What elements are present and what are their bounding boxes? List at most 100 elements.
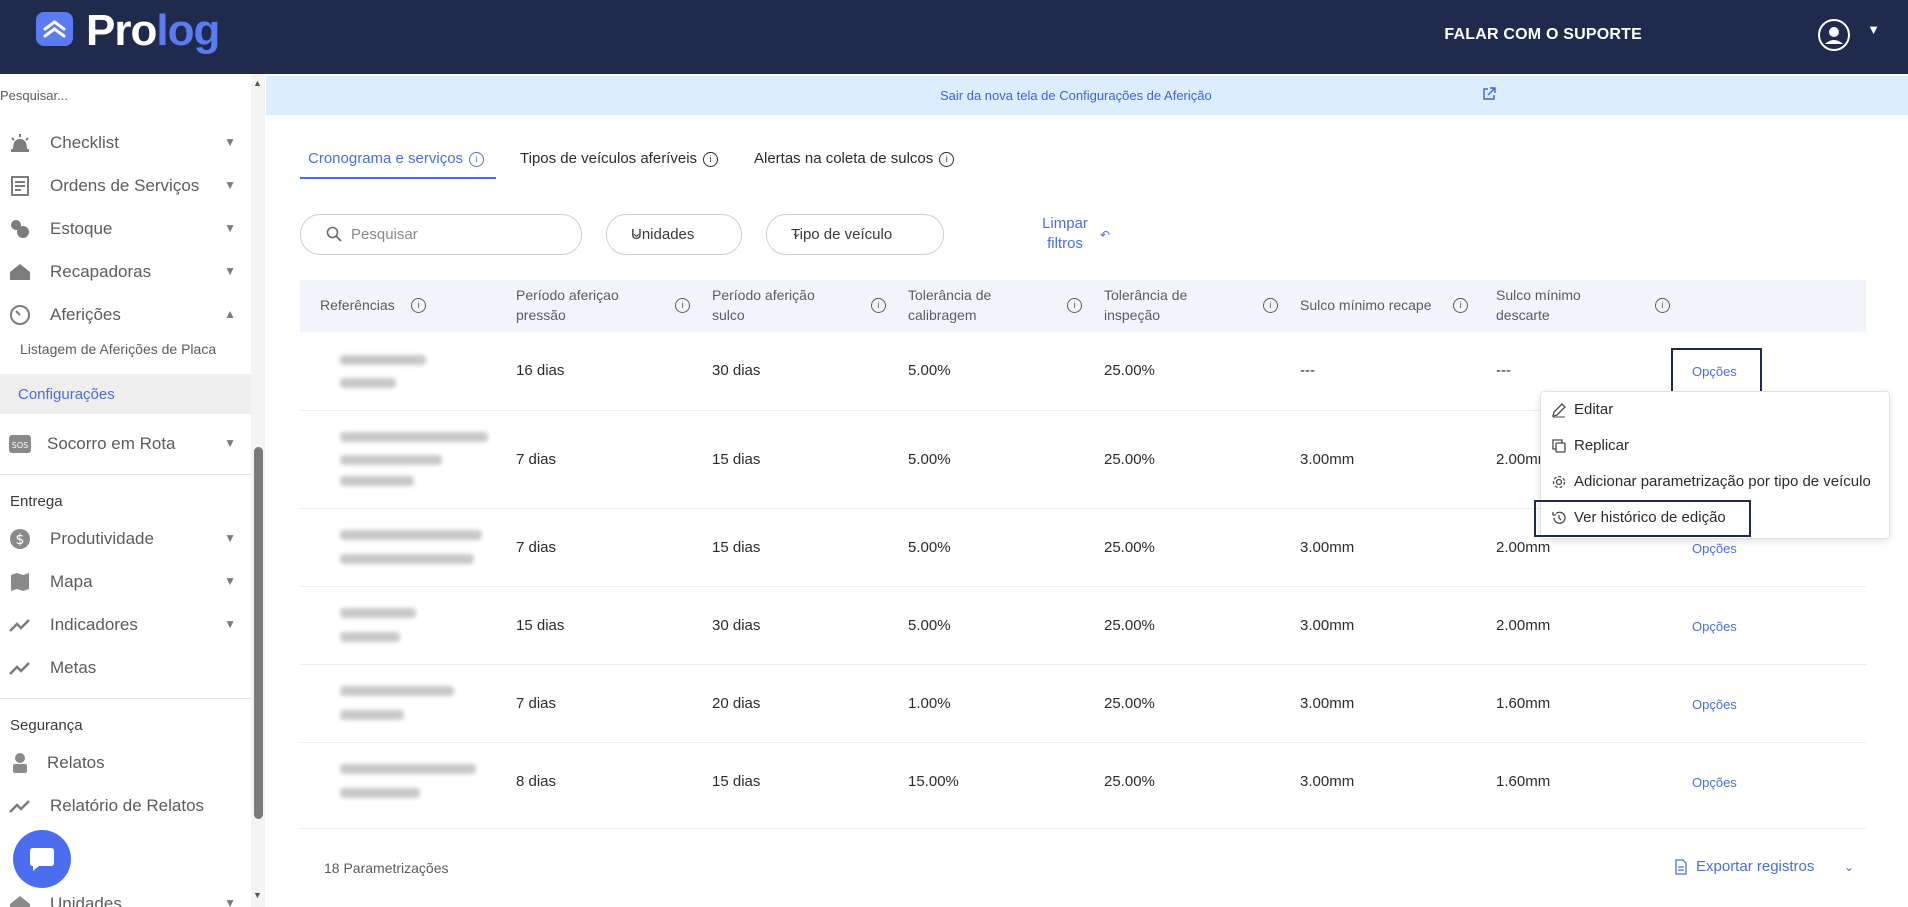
gauge-icon: [8, 303, 32, 327]
sidebar-item-label: Unidades: [50, 894, 122, 907]
sidebar-item-socorro[interactable]: SOS Socorro em Rota ▼: [0, 424, 240, 464]
referencia-blurred: [340, 432, 488, 442]
sidebar-item-checklist[interactable]: Checklist ▼: [0, 123, 240, 163]
sidebar-item-metas[interactable]: Metas: [0, 648, 240, 688]
chevron-down-icon: ⌄: [791, 225, 802, 240]
chat-button[interactable]: [13, 830, 71, 888]
sidebar-item-label: Relatório de Relatos: [50, 796, 205, 815]
undo-icon[interactable]: ↶: [1100, 228, 1110, 242]
boxes-icon: [8, 217, 32, 241]
info-icon[interactable]: i: [871, 298, 886, 313]
options-button[interactable]: Opções: [1692, 541, 1737, 556]
sidebar: Pesquisar... Checklist ▼ Ordens de Servi…: [0, 74, 251, 907]
column-header-inspecao: Tolerância de inspeção: [1104, 287, 1188, 323]
cell-inspecao: 25.00%: [1104, 451, 1155, 468]
row-divider: [300, 664, 1866, 665]
tab-tipos-veiculos[interactable]: Tipos de veículos aferíveis i: [520, 150, 719, 167]
scroll-down-arrow-icon[interactable]: ▼: [253, 890, 262, 900]
options-button[interactable]: Opções: [1692, 775, 1737, 790]
cell-calibragem: 5.00%: [908, 617, 951, 634]
sidebar-item-label: Checklist: [50, 133, 119, 152]
info-icon[interactable]: i: [675, 298, 690, 313]
tipo-veiculo-dropdown[interactable]: Tipo de veículo ⌄: [766, 214, 944, 255]
records-count: 18 Parametrizações: [324, 860, 449, 876]
cell-recape: 3.00mm: [1300, 773, 1355, 790]
trend-icon: [8, 656, 32, 680]
cell-inspecao: 25.00%: [1104, 773, 1155, 790]
cell-sulco: 15 dias: [712, 539, 761, 556]
export-label: Exportar registros: [1696, 858, 1815, 875]
referencia-blurred: [340, 530, 482, 540]
sidebar-item-afericoes[interactable]: Aferições ▲: [0, 295, 240, 335]
menu-item-adicionar-parametrizacao[interactable]: Adicionar parametrização por tipo de veí…: [1541, 465, 1889, 499]
tab-alertas-sulcos[interactable]: Alertas na coleta de sulcos i: [754, 150, 955, 167]
active-tab-indicator: [300, 177, 496, 179]
cell-inspecao: 25.00%: [1104, 695, 1155, 712]
info-icon[interactable]: i: [1655, 298, 1670, 313]
cell-pressao: 8 dias: [516, 773, 557, 790]
chevron-down-icon: ▼: [224, 135, 236, 149]
sidebar-item-recapadoras[interactable]: Recapadoras ▼: [0, 252, 240, 292]
cell-inspecao: 25.00%: [1104, 362, 1155, 379]
prolog-logo-text[interactable]: Prolog: [86, 6, 220, 56]
referencia-blurred: [340, 788, 420, 798]
svg-text:$: $: [16, 532, 25, 548]
menu-item-replicar[interactable]: Replicar: [1541, 429, 1889, 463]
referencia-blurred: [340, 608, 416, 618]
search-icon: [326, 226, 342, 242]
info-icon[interactable]: i: [1263, 298, 1278, 313]
clear-filters-button[interactable]: Limpar filtros: [1034, 214, 1096, 254]
options-button[interactable]: Opções: [1692, 619, 1737, 634]
search-input[interactable]: Pesquisar: [300, 214, 582, 255]
info-icon[interactable]: i: [1067, 298, 1082, 313]
support-link[interactable]: FALAR COM O SUPORTE: [1444, 26, 1642, 44]
sidebar-subitem-configuracoes[interactable]: Configurações: [0, 374, 251, 414]
referencia-blurred: [340, 554, 474, 564]
cell-descarte: 1.60mm: [1496, 695, 1551, 712]
cell-sulco: 20 dias: [712, 695, 761, 712]
info-icon[interactable]: i: [1453, 298, 1468, 313]
sidebar-divider: [0, 474, 251, 475]
sidebar-search-input[interactable]: Pesquisar...: [0, 88, 68, 103]
cell-calibragem: 5.00%: [908, 451, 951, 468]
menu-item-focus: [1534, 500, 1751, 537]
tab-label: Tipos de veículos aferíveis: [520, 150, 698, 167]
sidebar-item-relatorio-relatos[interactable]: Relatório de Relatos: [0, 786, 240, 826]
sidebar-scrollbar-thumb[interactable]: [254, 447, 263, 819]
sidebar-subitem-listagem[interactable]: Listagem de Aferições de Placa: [20, 341, 216, 357]
cell-sulco: 30 dias: [712, 362, 761, 379]
banner-link[interactable]: Sair da nova tela de Configurações de Af…: [940, 88, 1212, 103]
user-circle-icon[interactable]: [1818, 19, 1850, 51]
menu-item-editar[interactable]: Editar: [1541, 393, 1889, 427]
menu-item-label: Editar: [1574, 401, 1614, 418]
cell-descarte: ---: [1496, 362, 1511, 379]
sidebar-item-estoque[interactable]: Estoque ▼: [0, 209, 240, 249]
unidades-dropdown[interactable]: Unidades ⌄: [606, 214, 742, 255]
cell-calibragem: 1.00%: [908, 695, 951, 712]
chevron-down-icon[interactable]: ▼: [1867, 22, 1880, 37]
garage-icon: [8, 260, 32, 284]
sidebar-item-relatos[interactable]: Relatos: [0, 743, 240, 783]
menu-item-label: Replicar: [1574, 437, 1630, 454]
tab-cronograma[interactable]: Cronograma e serviços i: [308, 150, 485, 167]
info-banner[interactable]: Sair da nova tela de Configurações de Af…: [266, 76, 1908, 115]
scroll-up-arrow-icon[interactable]: ▲: [253, 78, 262, 88]
sidebar-item-label: Socorro em Rota: [47, 434, 176, 453]
cell-pressao: 15 dias: [516, 617, 565, 634]
sidebar-item-mapa[interactable]: Mapa ▼: [0, 562, 240, 602]
referencia-blurred: [340, 710, 404, 720]
info-icon[interactable]: i: [411, 298, 426, 313]
sidebar-item-produtividade[interactable]: $ Produtividade ▼: [0, 519, 240, 559]
cell-calibragem: 5.00%: [908, 539, 951, 556]
sos-icon: SOS: [8, 432, 32, 456]
cell-inspecao: 25.00%: [1104, 539, 1155, 556]
info-icon: i: [469, 151, 485, 167]
sidebar-item-ordens[interactable]: Ordens de Serviços ▼: [0, 166, 240, 206]
sidebar-item-indicadores[interactable]: Indicadores ▼: [0, 605, 240, 645]
row-divider: [300, 586, 1866, 587]
options-button[interactable]: Opções: [1692, 697, 1737, 712]
chevron-down-icon: ▼: [224, 264, 236, 278]
sidebar-item-label: Indicadores: [50, 615, 138, 634]
pencil-icon: [1551, 402, 1567, 418]
column-header-referencias: Referências: [320, 297, 395, 313]
